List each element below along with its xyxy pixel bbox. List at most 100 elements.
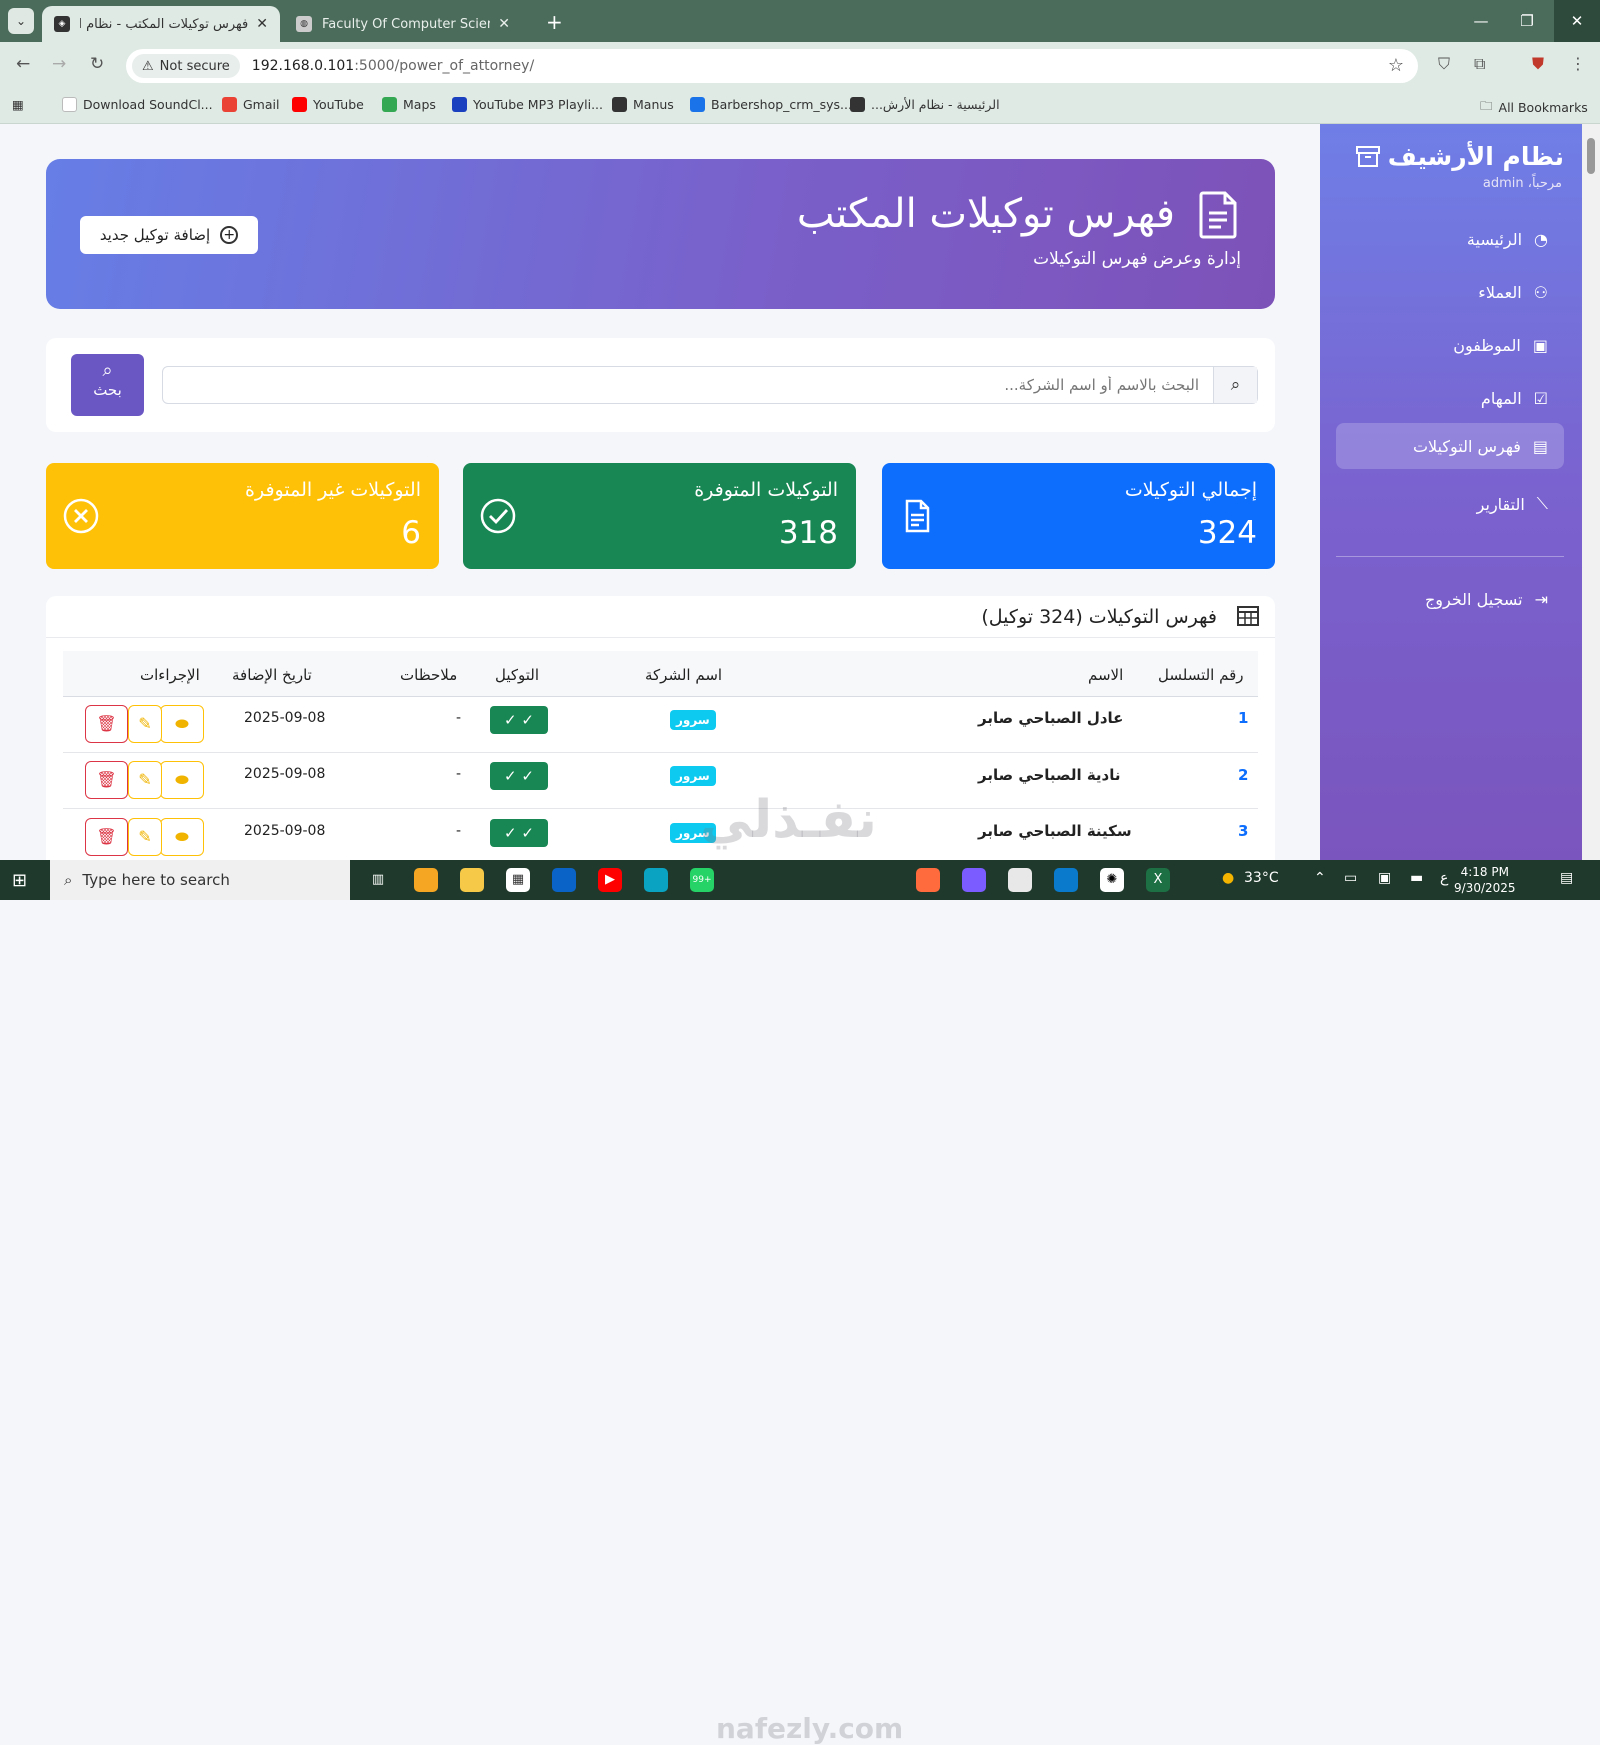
vscode-icon[interactable] bbox=[1054, 868, 1078, 892]
apps-grid-icon[interactable]: ▦ bbox=[12, 97, 24, 112]
clock[interactable]: 4:18 PM 9/30/2025 bbox=[1454, 864, 1516, 896]
bookmark-item[interactable]: YouTube bbox=[292, 97, 364, 112]
stat-label: إجمالي التوكيلات bbox=[1124, 479, 1257, 501]
display-icon[interactable]: ▣ bbox=[1378, 870, 1391, 886]
restore-icon[interactable]: ❐ bbox=[1504, 0, 1550, 42]
store-icon[interactable]: ▦ bbox=[506, 868, 530, 892]
checkbox-icon: ☑ bbox=[1533, 388, 1548, 408]
close-icon[interactable]: ✕ bbox=[256, 16, 268, 32]
search-panel: ⌕ بحث ⌕ bbox=[46, 338, 1275, 432]
edit-button[interactable]: ✎ bbox=[128, 705, 162, 743]
add-poa-button[interactable]: + إضافة توكيل جديد bbox=[80, 216, 258, 254]
pencil-icon: ✎ bbox=[138, 827, 152, 846]
sidebar-item-poa-index[interactable]: ▤ فهرس التوكيلات bbox=[1336, 423, 1564, 469]
all-bookmarks[interactable]: 🗀 All Bookmarks bbox=[1480, 97, 1588, 118]
games-icon[interactable] bbox=[962, 868, 986, 892]
taskbar-search[interactable]: ⌕ Type here to search bbox=[50, 860, 350, 900]
url-path: :5000/power_of_attorney/ bbox=[354, 58, 535, 74]
column-header-name: الاسم bbox=[1088, 666, 1124, 684]
file-explorer-icon[interactable] bbox=[460, 868, 484, 892]
forward-icon[interactable]: → bbox=[52, 54, 66, 74]
sidebar-item-tasks[interactable]: ☑ المهام bbox=[1336, 375, 1564, 421]
sidebar-item-home[interactable]: ◔ الرئيسية bbox=[1336, 216, 1564, 262]
watermark-text: نفـذلي bbox=[700, 790, 877, 850]
network-icon[interactable]: ▭ bbox=[1344, 870, 1357, 886]
more-menu-icon[interactable]: ⋮ bbox=[1570, 54, 1586, 73]
column-header-actions: الإجراءات bbox=[140, 666, 200, 684]
shield-extension-icon[interactable]: ⛉ bbox=[1438, 54, 1450, 74]
address-bar[interactable]: ⚠ Not secure 192.168.0.101:5000/power_of… bbox=[126, 49, 1418, 83]
security-chip[interactable]: ⚠ Not secure bbox=[132, 54, 240, 78]
serial-cell[interactable]: 2 bbox=[1238, 766, 1248, 784]
trash-icon: 🗑 bbox=[96, 770, 117, 789]
bookmark-item[interactable]: Manus bbox=[612, 97, 674, 112]
delete-button[interactable]: 🗑 bbox=[85, 818, 128, 856]
logout-button[interactable]: ⇥ تسجيل الخروج bbox=[1336, 576, 1564, 622]
youtube-icon[interactable]: ▶ bbox=[598, 868, 622, 892]
users-icon: ⚇ bbox=[1533, 282, 1548, 302]
search-button[interactable]: ⌕ بحث bbox=[71, 354, 144, 416]
bookmark-item[interactable]: Gmail bbox=[222, 97, 279, 112]
page-title: فهرس توكيلات المكتب bbox=[796, 191, 1175, 237]
back-icon[interactable]: ← bbox=[16, 54, 30, 74]
new-tab-button[interactable]: + bbox=[546, 10, 563, 34]
watermark-url: nafezly.com bbox=[716, 1712, 904, 1745]
bookmark-item[interactable]: Barbershop_crm_sys... bbox=[690, 97, 852, 112]
table-icon bbox=[1237, 606, 1259, 626]
tab-search-button[interactable]: ⌄ bbox=[8, 8, 34, 34]
close-window-icon[interactable]: ✕ bbox=[1554, 0, 1600, 42]
sidebar-item-employees[interactable]: ▣ الموظفون bbox=[1336, 322, 1564, 368]
bookmark-star-icon[interactable]: ☆ bbox=[1388, 55, 1404, 76]
bookmark-item[interactable]: Maps bbox=[382, 97, 436, 112]
serial-cell[interactable]: 3 bbox=[1238, 822, 1248, 840]
task-view-icon[interactable]: ▥ bbox=[366, 868, 390, 892]
delete-button[interactable]: 🗑 bbox=[85, 761, 128, 799]
bookmark-item[interactable]: Download SoundCl... bbox=[62, 97, 213, 112]
brave-icon[interactable]: ⛊ bbox=[1532, 54, 1544, 74]
edge-icon[interactable] bbox=[644, 868, 668, 892]
serial-cell[interactable]: 1 bbox=[1238, 709, 1248, 727]
toggle-status-button[interactable]: ⬬ bbox=[160, 818, 204, 856]
chrome-icon[interactable] bbox=[1008, 868, 1032, 892]
pencil-icon: ✎ bbox=[138, 714, 152, 733]
excel-icon[interactable]: X bbox=[1146, 868, 1170, 892]
temperature[interactable]: 33°C bbox=[1244, 870, 1279, 886]
windows-start-icon[interactable]: ⊞ bbox=[12, 870, 27, 891]
outlook-icon[interactable] bbox=[552, 868, 576, 892]
sidebar-item-clients[interactable]: ⚇ العملاء bbox=[1336, 269, 1564, 315]
search-icon: ⌕ bbox=[1213, 367, 1257, 403]
close-icon[interactable]: ✕ bbox=[498, 16, 510, 32]
nafezly-icon: ◈ bbox=[54, 16, 70, 32]
scrollbar-thumb[interactable] bbox=[1587, 138, 1595, 174]
page-scrollbar[interactable] bbox=[1582, 124, 1600, 860]
nafezly-icon bbox=[850, 97, 865, 112]
browser-tab-active[interactable]: ◈ فهرس توكيلات المكتب - نظام الأر ✕ bbox=[42, 6, 280, 42]
edit-button[interactable]: ✎ bbox=[128, 818, 162, 856]
paint-icon[interactable] bbox=[916, 868, 940, 892]
extensions-icon[interactable]: ⧉ bbox=[1474, 54, 1485, 74]
gmail-icon bbox=[222, 97, 237, 112]
reload-icon[interactable]: ↻ bbox=[90, 54, 104, 74]
bookmark-item[interactable]: YouTube MP3 Playli... bbox=[452, 97, 603, 112]
toggle-status-button[interactable]: ⬬ bbox=[160, 705, 204, 743]
notifications-icon[interactable]: ▤ bbox=[1560, 870, 1573, 886]
copilot-icon[interactable] bbox=[414, 868, 438, 892]
language-indicator[interactable]: ع bbox=[1440, 870, 1448, 886]
search-input[interactable] bbox=[163, 367, 1213, 403]
x-circle-icon bbox=[63, 498, 99, 534]
chevron-up-icon[interactable]: ⌃ bbox=[1314, 870, 1326, 886]
weather-icon: ● bbox=[1222, 870, 1235, 886]
toggle-status-button[interactable]: ⬬ bbox=[160, 761, 204, 799]
minimize-icon[interactable]: — bbox=[1458, 0, 1504, 42]
sidebar-item-reports[interactable]: ⟋ التقارير bbox=[1336, 481, 1564, 527]
edit-button[interactable]: ✎ bbox=[128, 761, 162, 799]
chatgpt-icon[interactable]: ✺ bbox=[1100, 868, 1124, 892]
browser-tab[interactable]: ◍ Faculty Of Computer Science ar ✕ bbox=[284, 6, 522, 42]
whatsapp-icon[interactable]: 99+ bbox=[690, 868, 714, 892]
bookmark-item[interactable]: الرئيسية - نظام الأرش... bbox=[850, 97, 1000, 112]
search-icon: ⌕ bbox=[64, 871, 73, 889]
sidebar: نظام الأرشيف مرحباً، admin ◔ الرئيسية ⚇ … bbox=[1320, 124, 1582, 860]
taskbar: ⊞ ⌕ Type here to search ▥ ▦ ▶ 99+ nafezl… bbox=[0, 860, 1600, 1745]
battery-icon[interactable]: ▬ bbox=[1410, 870, 1423, 886]
delete-button[interactable]: 🗑 bbox=[85, 705, 128, 743]
